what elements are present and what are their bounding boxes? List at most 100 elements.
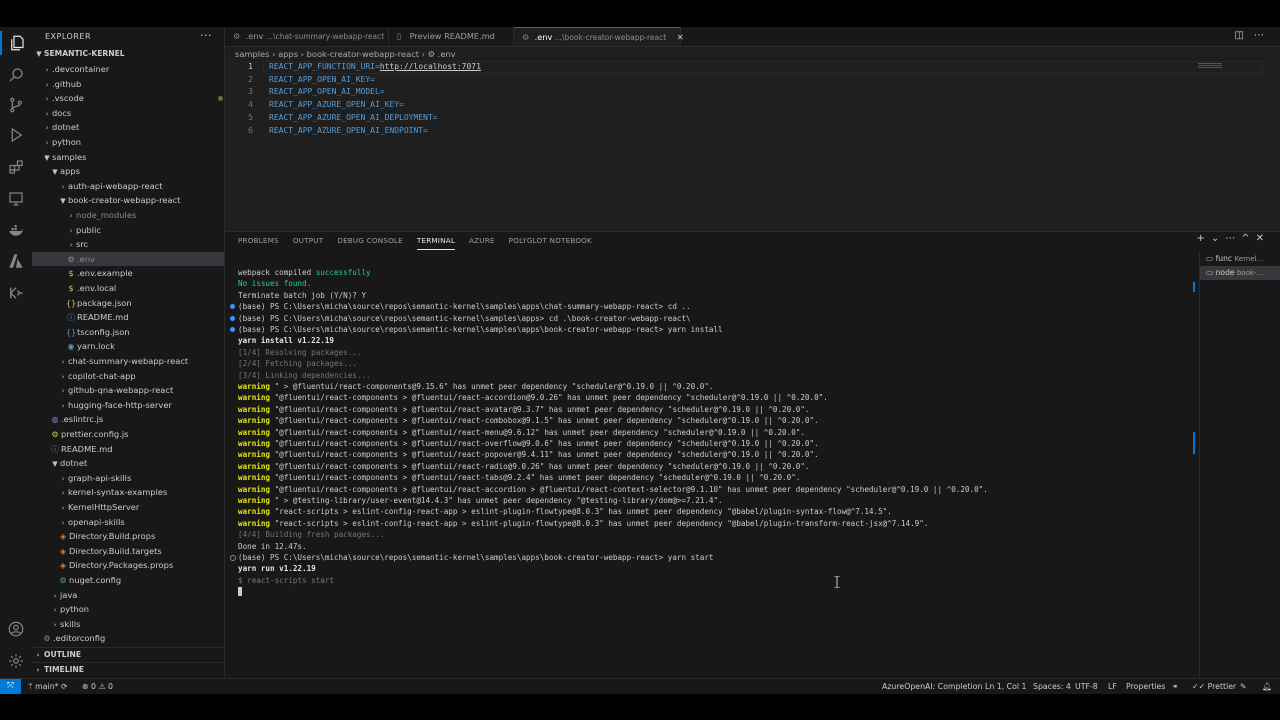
end-of-line[interactable]: LF bbox=[1108, 679, 1117, 694]
tree-folder[interactable]: › github-qna-webapp-react bbox=[32, 383, 224, 398]
run-debug-icon[interactable] bbox=[4, 123, 28, 147]
tree-folder[interactable]: › KernelHttpServer bbox=[32, 500, 224, 515]
code-line[interactable]: REACT_APP_OPEN_AI_MODEL= bbox=[269, 86, 385, 99]
panel-tab-terminal[interactable]: TERMINAL bbox=[416, 233, 456, 250]
tree-folder[interactable]: › chat-summary-webapp-react bbox=[32, 354, 224, 369]
tree-file[interactable]: {}package.json bbox=[32, 296, 224, 311]
split-editor-icon[interactable]: ◫ bbox=[1235, 30, 1254, 41]
tree-folder[interactable]: › java bbox=[32, 588, 224, 603]
chevron-down-icon[interactable]: ⌄ bbox=[1211, 233, 1225, 244]
command-success-marker[interactable] bbox=[230, 327, 235, 332]
tree-folder[interactable]: › .devcontainer bbox=[32, 62, 224, 77]
manage-gear-icon[interactable] bbox=[4, 649, 28, 673]
tree-file[interactable]: ◈ Directory.Build.props bbox=[32, 529, 224, 544]
tree-folder[interactable]: › openapi-skills bbox=[32, 515, 224, 530]
tree-folder[interactable]: › docs bbox=[32, 106, 224, 121]
tree-folder[interactable]: › auth-api-webapp-react bbox=[32, 179, 224, 194]
tree-file[interactable]: ⚙ nuget.config bbox=[32, 573, 224, 588]
new-terminal-icon[interactable]: + bbox=[1196, 233, 1210, 244]
tree-folder[interactable]: › skills bbox=[32, 617, 224, 632]
more-actions-icon[interactable]: ⋯ bbox=[1225, 233, 1241, 244]
tree-folder[interactable]: › kernel-syntax-examples bbox=[32, 485, 224, 500]
tree-folder[interactable]: › node_modules bbox=[32, 208, 224, 223]
close-panel-icon[interactable]: ✕ bbox=[1256, 233, 1270, 244]
command-running-marker[interactable] bbox=[230, 555, 236, 561]
live-share-icon[interactable]: ⚭ bbox=[1172, 679, 1179, 694]
env-value[interactable]: http://localhost:7071 bbox=[380, 62, 481, 71]
tree-file[interactable]: $ .env.example bbox=[32, 266, 224, 281]
tree-file[interactable]: ⓘ README.md bbox=[32, 442, 224, 457]
sync-icon[interactable]: ⟳ bbox=[61, 682, 68, 691]
tree-folder[interactable]: › python bbox=[32, 602, 224, 617]
search-icon[interactable] bbox=[4, 63, 28, 87]
polyglot-notebook-icon[interactable] bbox=[4, 281, 28, 305]
breadcrumb[interactable]: samples › apps › book-creator-webapp-rea… bbox=[235, 48, 456, 61]
tree-file[interactable]: {}tsconfig.json bbox=[32, 325, 224, 340]
terminal-instance[interactable]: ▭ func Kernel... bbox=[1200, 252, 1280, 266]
indentation[interactable]: Spaces: 4 bbox=[1033, 679, 1071, 694]
branch-indicator[interactable]: ᛘ main* ⟳ bbox=[28, 679, 68, 694]
remote-explorer-icon[interactable] bbox=[4, 187, 28, 211]
tree-folder[interactable]: › .github bbox=[32, 77, 224, 92]
minimap[interactable] bbox=[1198, 63, 1222, 69]
remote-indicator-icon[interactable]: ⤧ bbox=[0, 679, 21, 694]
tree-folder[interactable]: › copilot-chat-app bbox=[32, 369, 224, 384]
timeline-section[interactable]: › TIMELINE bbox=[32, 662, 224, 677]
workspace-root[interactable]: ▼ SEMANTIC-KERNEL bbox=[32, 47, 224, 62]
tree-file[interactable]: ◍ .eslintrc.js bbox=[32, 412, 224, 427]
tree-file[interactable]: ◉ yarn.lock bbox=[32, 339, 224, 354]
tree-folder[interactable]: › public bbox=[32, 223, 224, 238]
cursor-position[interactable]: Ln 1, Col 1 bbox=[985, 679, 1027, 694]
panel-tab-azure[interactable]: AZURE bbox=[469, 232, 495, 250]
language-mode[interactable]: Properties bbox=[1126, 679, 1165, 694]
tree-folder[interactable]: ▼ samples bbox=[32, 150, 224, 165]
tab-env-chat-summary[interactable]: ⚙ .env ...\chat-summary-webapp-react bbox=[225, 27, 389, 46]
tree-folder[interactable]: › graph-api-skills bbox=[32, 471, 224, 486]
outline-section[interactable]: › OUTLINE bbox=[32, 647, 224, 662]
account-icon[interactable] bbox=[4, 617, 28, 641]
explorer-icon[interactable] bbox=[0, 31, 32, 55]
prettier-status[interactable]: ✓✓ Prettier bbox=[1192, 679, 1236, 694]
tree-file[interactable]: ◈ Directory.Packages.props bbox=[32, 558, 224, 573]
code-line[interactable]: REACT_APP_FUNCTION_URI=http://localhost:… bbox=[269, 61, 481, 74]
tree-folder[interactable]: › src bbox=[32, 237, 224, 252]
panel-tab-output[interactable]: OUTPUT bbox=[293, 232, 324, 250]
azure-icon[interactable] bbox=[4, 249, 28, 273]
tree-folder[interactable]: › hugging-face-http-server bbox=[32, 398, 224, 413]
tree-folder[interactable]: ▼ book-creator-webapp-react bbox=[32, 193, 224, 208]
terminal-instance[interactable]: ▭ node book-... bbox=[1200, 266, 1280, 280]
more-actions-icon[interactable]: ⋯ bbox=[1254, 30, 1274, 41]
code-editor[interactable]: 1 2 3 4 5 6 REACT_APP_FUNCTION_URI=http://loc… bbox=[225, 61, 1280, 231]
code-line[interactable]: REACT_APP_AZURE_OPEN_AI_ENDPOINT= bbox=[269, 125, 428, 138]
docker-icon[interactable] bbox=[4, 219, 28, 243]
panel-tab-polyglot-notebook[interactable]: POLYGLOT NOTEBOOK bbox=[509, 232, 592, 250]
tree-file[interactable]: ⓘ README.md bbox=[32, 310, 224, 325]
feedback-icon[interactable]: ✎ bbox=[1240, 679, 1247, 694]
more-actions-icon[interactable]: ··· bbox=[200, 29, 212, 42]
command-success-marker[interactable] bbox=[230, 315, 235, 321]
notifications-icon[interactable]: 🔔︎ bbox=[1262, 679, 1272, 694]
tree-folder[interactable]: ▼ apps bbox=[32, 164, 224, 179]
code-line[interactable]: REACT_APP_OPEN_AI_KEY= bbox=[269, 74, 375, 87]
encoding[interactable]: UTF-8 bbox=[1075, 679, 1098, 694]
tree-folder[interactable]: › dotnet bbox=[32, 120, 224, 135]
tree-folder[interactable]: ▼ dotnet bbox=[32, 456, 224, 471]
tree-file[interactable]: $ .env.local bbox=[32, 281, 224, 296]
extensions-icon[interactable] bbox=[4, 155, 28, 179]
tab-preview-readme[interactable]: ▯ Preview README.md bbox=[389, 27, 514, 46]
tree-file[interactable]: ◈ Directory.Build.targets bbox=[32, 544, 224, 559]
panel-tab-debug-console[interactable]: DEBUG CONSOLE bbox=[337, 232, 403, 250]
tree-file[interactable]: ⚙ .editorconfig bbox=[32, 631, 224, 646]
tree-folder[interactable]: › .vscode bbox=[32, 91, 224, 106]
code-line[interactable]: REACT_APP_AZURE_OPEN_AI_DEPLOYMENT= bbox=[269, 112, 438, 125]
language-service-status[interactable]: AzureOpenAI: Completion bbox=[882, 679, 982, 694]
tree-folder[interactable]: › python bbox=[32, 135, 224, 150]
tree-file[interactable]: ⚙ prettier.config.js bbox=[32, 427, 224, 442]
problems-indicator[interactable]: ⊗ 0 ⚠ 0 bbox=[82, 679, 113, 694]
panel-tab-problems[interactable]: PROBLEMS bbox=[238, 232, 279, 250]
source-control-icon[interactable] bbox=[4, 93, 28, 117]
code-line[interactable]: REACT_APP_AZURE_OPEN_AI_KEY= bbox=[269, 99, 404, 112]
maximize-panel-icon[interactable]: ^ bbox=[1241, 233, 1255, 244]
close-icon[interactable]: ✕ bbox=[677, 32, 684, 42]
tab-env-book-creator[interactable]: ⚙ .env ...\book-creator-webapp-react ✕ bbox=[514, 27, 684, 46]
